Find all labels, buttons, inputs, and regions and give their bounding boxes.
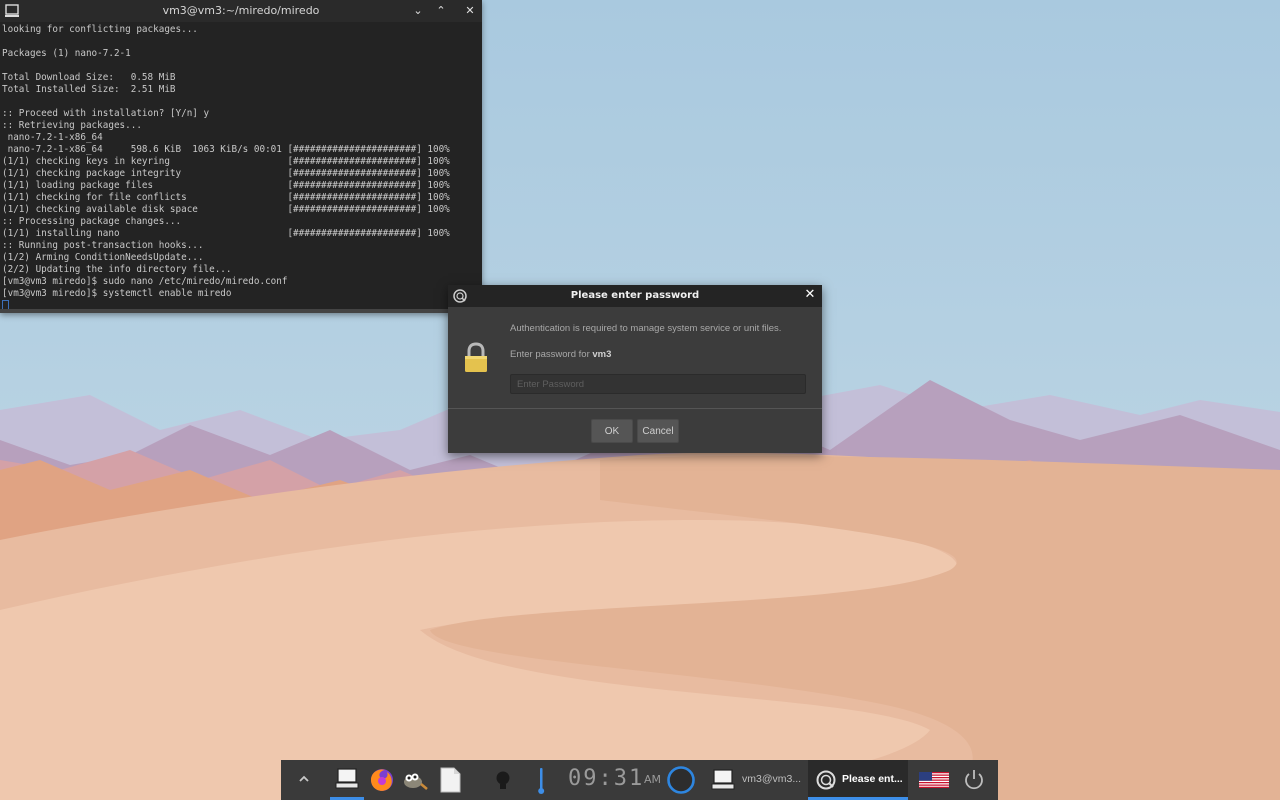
terminal-icon <box>335 768 359 789</box>
terminal-line: (1/1) checking keys in keyring [########… <box>2 156 450 167</box>
dialog-title: Please enter password <box>570 290 700 301</box>
text-editor-icon[interactable] <box>439 767 461 793</box>
password-dialog[interactable]: Please enter password ✕ Authentication i… <box>448 285 822 453</box>
terminal-line: :: Retrieving packages... <box>2 120 142 131</box>
taskbar: 09:31 AM vm3@vm3... Please ent... <box>281 760 998 800</box>
task-terminal-label: vm3@vm3... <box>742 773 802 785</box>
terminal-line: Packages (1) nano-7.2-1 <box>2 48 131 59</box>
terminal-line: looking for conflicting packages... <box>2 24 198 35</box>
terminal-line: :: Proceed with installation? [Y/n] y <box>2 108 210 119</box>
lock-icon <box>465 342 487 372</box>
polkit-icon <box>816 770 836 790</box>
terminal-line: [vm3@vm3 miredo]$ sudo nano /etc/miredo/… <box>2 276 288 287</box>
task-terminal[interactable]: vm3@vm3... <box>706 760 806 800</box>
dialog-titlebar[interactable]: Please enter password ✕ <box>448 285 822 307</box>
terminal-titlebar[interactable]: vm3@vm3:~/miredo/miredo ⌄ ⌃ ✕ <box>0 0 482 22</box>
circle-icon[interactable] <box>666 765 696 795</box>
terminal-line: (1/1) installing nano [#################… <box>2 228 450 239</box>
terminal-line: (2/2) Updating the info directory file..… <box>2 264 232 275</box>
password-prompt: Enter password for vm3 <box>510 349 611 360</box>
terminal-icon <box>711 769 735 790</box>
terminal-line: (1/1) checking package integrity [######… <box>2 168 450 179</box>
terminal-line: [vm3@vm3 miredo]$ systemctl enable mired… <box>2 288 232 299</box>
terminal-line: (1/2) Arming ConditionNeedsUpdate... <box>2 252 204 263</box>
bulb-icon[interactable] <box>494 770 512 792</box>
terminal-line: nano-7.2-1-x86_64 598.6 KiB 1063 KiB/s 0… <box>2 144 450 155</box>
terminal-window[interactable]: vm3@vm3:~/miredo/miredo ⌄ ⌃ ✕ looking fo… <box>0 0 482 313</box>
terminal-line: :: Running post-transaction hooks... <box>2 240 204 251</box>
prompt-prefix: Enter password for <box>510 349 593 360</box>
terminal-line: :: Processing package changes... <box>2 216 182 227</box>
maximize-button[interactable]: ⌃ <box>433 3 449 19</box>
terminal-line: Total Installed Size: 2.51 MiB <box>2 84 176 95</box>
close-icon[interactable]: ✕ <box>803 288 817 302</box>
taskbar-clock[interactable]: 09:31 <box>568 766 644 791</box>
dialog-divider <box>448 408 822 409</box>
task-password-dialog[interactable]: Please ent... <box>808 760 908 800</box>
terminal-line: (1/1) checking available disk space [###… <box>2 204 450 215</box>
ok-button[interactable]: OK <box>591 419 633 443</box>
terminal-line: Total Download Size: 0.58 MiB <box>2 72 176 83</box>
password-input[interactable] <box>510 374 806 394</box>
terminal-launcher[interactable] <box>330 760 364 800</box>
gimp-icon[interactable] <box>401 768 429 792</box>
minimize-button[interactable]: ⌄ <box>410 3 426 19</box>
firefox-icon[interactable] <box>369 767 395 793</box>
us-flag-icon[interactable] <box>919 772 949 788</box>
terminal-line: (1/1) checking for file conflicts [#####… <box>2 192 450 203</box>
close-button[interactable]: ✕ <box>462 3 478 19</box>
power-icon[interactable] <box>962 768 986 792</box>
task-dialog-label: Please ent... <box>842 773 903 785</box>
thermometer-icon[interactable] <box>536 766 546 796</box>
terminal-line: (1/1) loading package files [###########… <box>2 180 450 191</box>
clock-ampm: AM <box>644 773 662 786</box>
terminal-bottom-bar <box>0 309 482 313</box>
chevron-up-icon[interactable] <box>297 772 311 786</box>
prompt-user: vm3 <box>592 349 612 360</box>
terminal-output[interactable]: looking for conflicting packages... Pack… <box>0 22 482 312</box>
auth-message: Authentication is required to manage sys… <box>510 323 782 334</box>
cancel-button[interactable]: Cancel <box>637 419 679 443</box>
terminal-line: nano-7.2-1-x86_64 <box>2 132 103 143</box>
